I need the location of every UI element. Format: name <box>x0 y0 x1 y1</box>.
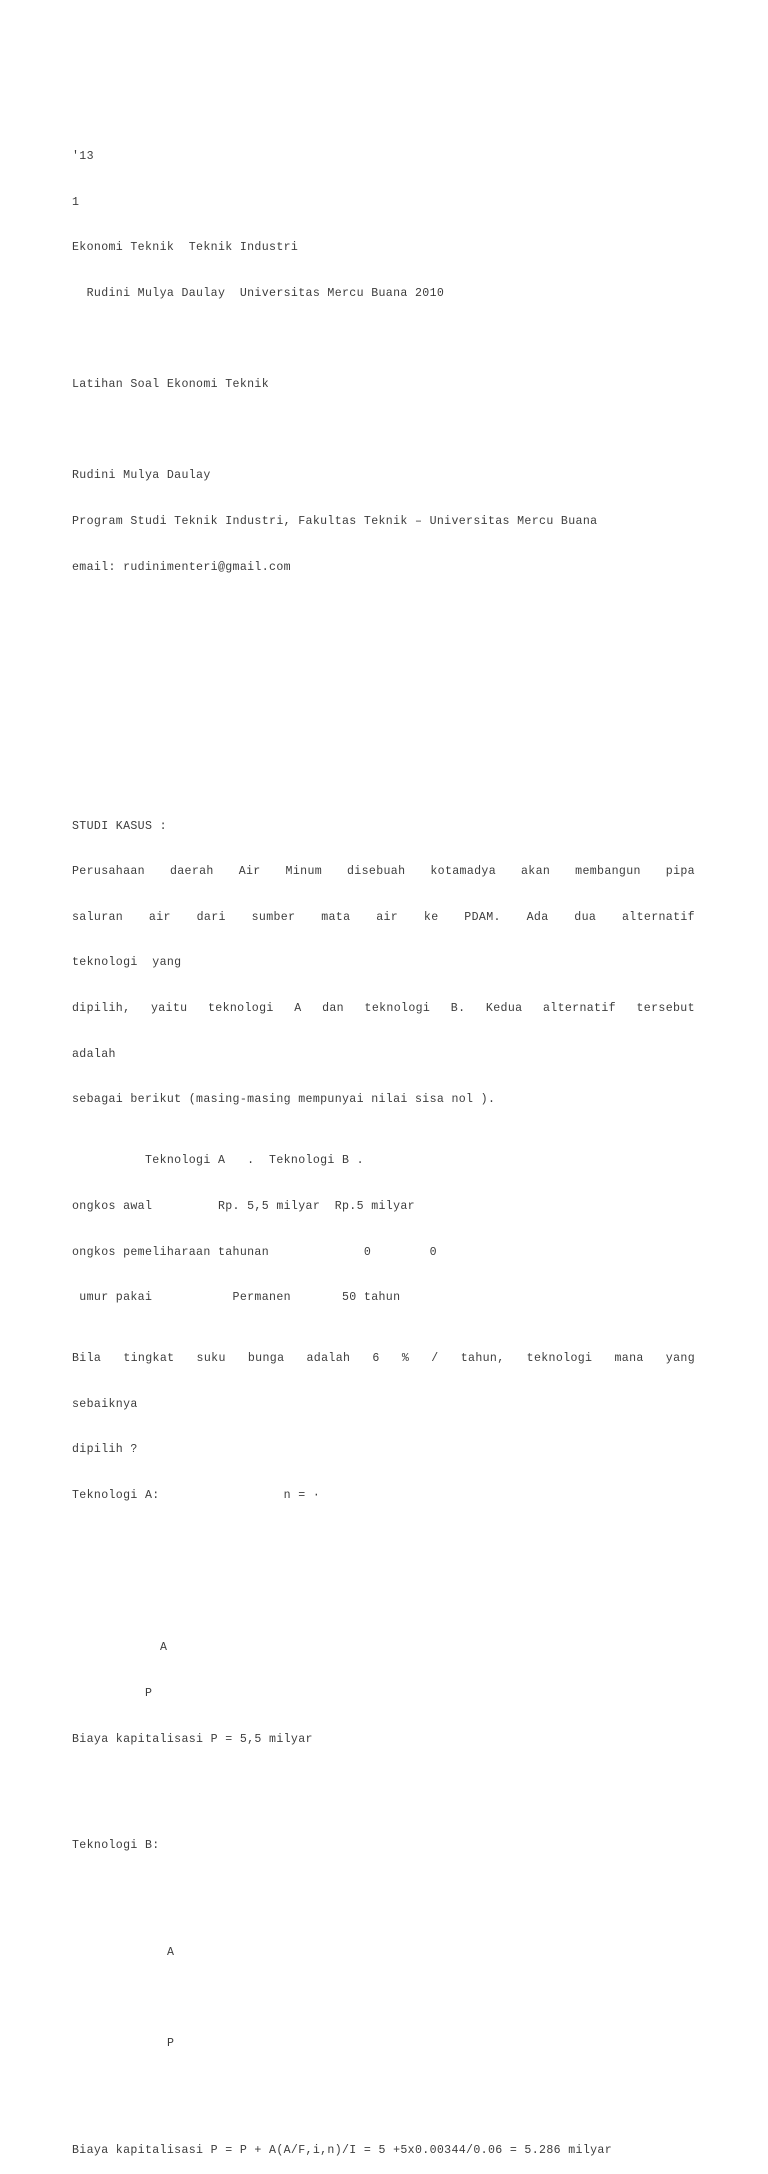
text-word: ke <box>423 910 439 924</box>
case-study-heading: STUDI KASUS : <box>72 819 167 833</box>
affiliation: Program Studi Teknik Industri, Fakultas … <box>72 515 598 529</box>
table-row-ongkos-awal: ongkos awal Rp. 5,5 milyar Rp.5 milyar <box>72 1199 415 1213</box>
comparison-table-header: Teknologi A . Teknologi B . <box>72 1154 364 1168</box>
text-word: Air <box>238 865 261 879</box>
text-word: Ada <box>526 910 549 924</box>
case-question-end: dipilih ? <box>72 1443 138 1457</box>
text-word: kotamadya <box>430 865 497 879</box>
text-word: teknologi <box>364 1002 431 1016</box>
text-word: Perusahaan <box>72 865 145 879</box>
text-word: adalah <box>306 1352 351 1366</box>
text-word: % <box>401 1352 410 1366</box>
text-word: dari <box>196 910 226 924</box>
text-word: dipilih, <box>72 1002 131 1016</box>
text-word: tersebut <box>636 1002 695 1016</box>
cashflow-diagram-2-a: A <box>167 1945 175 1959</box>
text-word: 6 <box>372 1352 380 1366</box>
case-body-line-3-wrap: adalah <box>72 1047 116 1061</box>
document-page: '13 1 Ekonomi Teknik Teknik Industri Rud… <box>0 0 768 2157</box>
page-number-p1: 1 <box>72 195 80 209</box>
text-word: Bila <box>72 1352 102 1366</box>
document-title: Latihan Soal Ekonomi Teknik <box>72 378 270 392</box>
text-word: air <box>148 910 171 924</box>
text-word: tingkat <box>123 1352 175 1366</box>
text-word: yaitu <box>150 1002 188 1016</box>
text-word: membangun <box>575 865 641 879</box>
email-line: email: rudinimenteri@gmail.com <box>72 560 291 574</box>
text-word: sumber <box>251 910 296 924</box>
text-word: Minum <box>285 865 323 879</box>
text-word: air <box>376 910 399 924</box>
cashflow-diagram-2-p: P <box>167 2037 175 2050</box>
kapitalisasi-a: Biaya kapitalisasi P = 5,5 milyar <box>72 1732 313 1746</box>
text-word: alternatif <box>542 1002 616 1016</box>
text-word: akan <box>520 865 551 879</box>
text-word: Kedua <box>485 1002 523 1016</box>
text-word: bunga <box>247 1352 285 1366</box>
author-line-p1: Rudini Mulya Daulay Universitas Mercu Bu… <box>72 286 445 300</box>
text-word: alternatif <box>622 910 695 924</box>
text-word: tahun, <box>460 1352 505 1366</box>
case-body-line-4: sebagai berikut (masing-masing mempunyai… <box>72 1093 496 1107</box>
author-name: Rudini Mulya Daulay <box>72 469 211 483</box>
table-row-ongkos-pemeliharaan: ongkos pemeliharaan tahunan 0 0 <box>72 1245 437 1259</box>
slide-marker-p1: '13 <box>72 149 94 163</box>
text-word: / <box>431 1352 439 1366</box>
text-word: PDAM. <box>464 910 501 924</box>
text-word: suku <box>196 1352 226 1366</box>
text-word: disebuah <box>347 865 406 879</box>
text-word: saluran <box>72 910 124 924</box>
text-word: teknologi <box>207 1002 274 1016</box>
kapitalisasi-b: Biaya kapitalisasi P = P + A(A/F,i,n)/I … <box>72 2143 613 2157</box>
teknologi-a-label: Teknologi A: n = · <box>72 1489 321 1503</box>
case-body-line-1: Perusahaan daerah Air Minum disebuah kotamady… <box>72 864 695 879</box>
case-body-line-2-wrap: teknologi yang <box>72 956 182 970</box>
text-word: dua <box>574 910 597 924</box>
text-word: B. <box>450 1002 466 1016</box>
text-word: mata <box>321 910 351 924</box>
table-row-umur-pakai: umur pakai Permanen 50 tahun <box>72 1291 401 1305</box>
cashflow-diagram-1-p: P <box>145 1686 153 1700</box>
case-body-line-2: saluran air dari sumber mata air ke PDAM. Ada dua… <box>72 910 695 925</box>
teknologi-b-label: Teknologi B: <box>72 1839 160 1853</box>
text-word: yang <box>665 1352 695 1366</box>
case-question-line: Bila tingkat suku bunga adalah 6% / tahun, tekno… <box>72 1351 695 1366</box>
case-question-wrap: sebaiknya <box>72 1397 138 1411</box>
case-body-line-3: dipilih, yaitu teknologi Adan teknologi B. Ked… <box>72 1001 695 1016</box>
cashflow-diagram-1-a: A <box>160 1641 168 1655</box>
text-word: mana <box>614 1352 644 1366</box>
text-word: pipa <box>665 865 695 879</box>
document-body: '13 1 Ekonomi Teknik Teknik Industri Rud… <box>72 88 695 2174</box>
text-word: teknologi <box>526 1352 593 1366</box>
course-line-p1: Ekonomi Teknik Teknik Industri <box>72 241 299 255</box>
text-word: daerah <box>169 865 214 879</box>
text-word: A <box>294 1002 302 1016</box>
text-word: dan <box>322 1002 344 1016</box>
